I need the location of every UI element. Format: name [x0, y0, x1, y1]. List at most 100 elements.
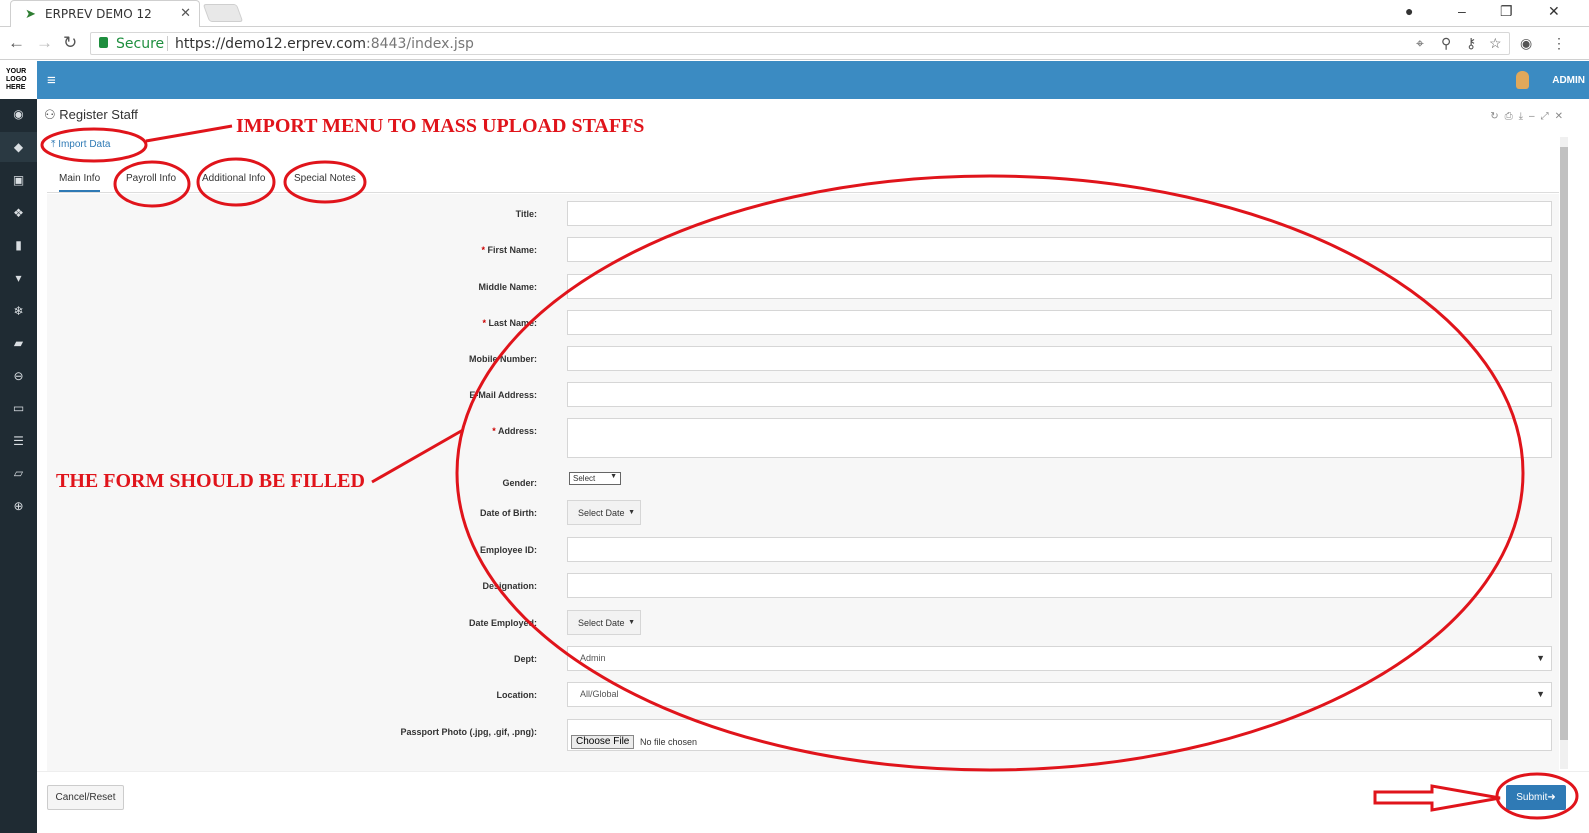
print-icon[interactable]: ⎙	[1505, 111, 1519, 122]
erprev-favicon-icon: ➤	[25, 6, 36, 21]
panel-tools: ↻⎙⤓–⤢✕	[1490, 111, 1569, 122]
location-icon[interactable]: ⌖	[1416, 35, 1424, 52]
cubes-icon[interactable]: ❖	[0, 206, 37, 220]
tag-icon[interactable]: ◆	[0, 132, 37, 162]
tab-additional-info[interactable]: Additional Info	[202, 173, 265, 184]
browser-tab[interactable]: ➤ ERPREV DEMO 12 ✕	[10, 0, 200, 27]
new-tab-button[interactable]	[202, 4, 244, 22]
designation-label: Designation:	[482, 581, 537, 591]
location-value: All/Global	[580, 689, 619, 699]
designation-input[interactable]	[567, 573, 1552, 598]
dept-select[interactable]: Admin ▼	[567, 646, 1552, 671]
hamburger-menu-icon[interactable]: ≡	[47, 72, 56, 89]
close-tab-icon[interactable]: ✕	[180, 5, 191, 21]
database-icon[interactable]: ▾	[0, 271, 37, 285]
globe-icon[interactable]: ⊕	[0, 499, 37, 513]
required-mark: *	[492, 426, 496, 436]
extension-icon[interactable]: ◉	[1520, 35, 1532, 52]
photo-label: Passport Photo (.jpg, .gif, .png):	[400, 727, 538, 737]
user-avatar[interactable]	[1516, 71, 1529, 89]
tab-main-info[interactable]: Main Info	[59, 173, 101, 192]
dept-value: Admin	[580, 653, 606, 663]
book-icon[interactable]: ▱	[0, 466, 37, 480]
import-data-button[interactable]: ⤒ Import Data	[51, 139, 110, 150]
close-panel-icon[interactable]: ✕	[1555, 111, 1569, 122]
last-name-label: * Last Name:	[47, 318, 537, 328]
download-icon[interactable]: ⤓	[1519, 111, 1529, 122]
gender-value: Select	[573, 474, 596, 483]
lock-icon	[99, 37, 108, 48]
money-icon[interactable]: ▣	[0, 173, 37, 187]
email-label: E-Mail Address:	[469, 390, 537, 400]
dob-select-date-button[interactable]: Select Date ▼	[567, 500, 641, 525]
submit-button[interactable]: Submit➜	[1506, 785, 1566, 810]
bookmark-star-icon[interactable]: ☆	[1489, 35, 1502, 52]
required-mark: *	[481, 245, 485, 255]
sidebar: YOUR LOGO HERE ◉ ◆ ▣ ❖ ▮ ▾ ❄ ▰ ⊖ ▭ ☰ ▱ ⊕	[0, 61, 37, 833]
refresh-icon[interactable]: ↻	[1490, 111, 1504, 122]
user-name[interactable]: ADMIN	[1552, 75, 1585, 86]
date-employed-button-label: Select Date	[578, 618, 625, 628]
storage-icon[interactable]: ☰	[0, 434, 37, 448]
tab-title: ERPREV DEMO 12	[45, 7, 152, 21]
close-window-icon[interactable]: ✕	[1548, 3, 1560, 20]
caret-down-icon: ▼	[628, 619, 635, 626]
secure-label: Secure	[116, 36, 165, 52]
back-icon[interactable]: ←	[8, 33, 25, 53]
main-content: ⚇ Register Staff ↻⎙⤓–⤢✕ ⤒ Import Data Ma…	[37, 99, 1589, 833]
snowflake-icon[interactable]: ❄	[0, 304, 37, 318]
tab-payroll-info[interactable]: Payroll Info	[126, 173, 176, 184]
building-icon[interactable]: ▮	[0, 238, 37, 252]
required-mark: *	[482, 318, 486, 328]
tab-special-notes[interactable]: Special Notes	[294, 173, 356, 184]
profile-icon[interactable]: ●	[1405, 3, 1413, 19]
expand-icon[interactable]: ⤢	[1541, 111, 1555, 122]
logo: YOUR LOGO HERE	[0, 61, 37, 99]
form-tabs: Main Info Payroll Info Additional Info S…	[47, 165, 1559, 193]
desktop-icon[interactable]: ▭	[0, 401, 37, 415]
reload-icon[interactable]: ↻	[63, 33, 77, 53]
chevron-down-icon: ▼	[1536, 689, 1545, 699]
first-name-input[interactable]	[567, 237, 1552, 262]
form-scrollbar-thumb[interactable]	[1560, 147, 1568, 740]
restore-icon[interactable]: ❐	[1500, 3, 1513, 20]
circle-icon[interactable]: ⊖	[0, 369, 37, 383]
cart-icon[interactable]: ▰	[0, 336, 37, 350]
chevron-down-icon: ▼	[1536, 653, 1545, 663]
panel-title: ⚇ Register Staff	[44, 107, 138, 123]
middle-name-input[interactable]	[567, 274, 1552, 299]
dept-label: Dept:	[514, 654, 537, 664]
minimize-icon[interactable]: –	[1458, 3, 1466, 19]
address-bar[interactable]: Secure https://demo12.erprev.com:8443/in…	[90, 32, 1510, 55]
dob-label: Date of Birth:	[480, 508, 537, 518]
choose-file-button[interactable]: Choose File	[571, 735, 635, 749]
cancel-reset-button[interactable]: Cancel/Reset	[47, 785, 124, 810]
address-textarea[interactable]	[567, 418, 1552, 458]
email-input[interactable]	[567, 382, 1552, 407]
title-input[interactable]	[567, 201, 1552, 226]
minimize-panel-icon[interactable]: –	[1529, 111, 1541, 122]
panel-title-text: Register Staff	[59, 107, 138, 122]
middle-name-label: Middle Name:	[478, 282, 537, 292]
last-name-input[interactable]	[567, 310, 1552, 335]
app-header: ≡ ADMIN	[37, 61, 1589, 99]
key-icon[interactable]: ⚷	[1466, 35, 1476, 52]
import-annotation-text: IMPORT MENU TO MASS UPLOAD STAFFS	[236, 115, 645, 137]
gender-select[interactable]: Select ▼	[569, 472, 621, 485]
dashboard-icon[interactable]: ◉	[0, 107, 37, 121]
location-select[interactable]: All/Global ▼	[567, 682, 1552, 707]
menu-dots-icon[interactable]: ⋮	[1552, 35, 1566, 52]
dob-button-label: Select Date	[578, 508, 625, 518]
mobile-input[interactable]	[567, 346, 1552, 371]
zoom-icon[interactable]: ⚲	[1441, 35, 1451, 52]
photo-file-input: Choose File No file chosen	[567, 719, 1552, 751]
date-employed-select-date-button[interactable]: Select Date ▼	[567, 610, 641, 635]
url-host: https://demo12.erprev.com	[175, 36, 367, 52]
employee-id-input[interactable]	[567, 537, 1552, 562]
form-annotation-text: THE FORM SHOULD BE FILLED	[56, 470, 365, 492]
first-name-label: * First Name:	[47, 245, 537, 255]
user-outline-icon: ⚇	[44, 107, 60, 122]
forward-icon[interactable]: →	[36, 33, 53, 53]
url-path: :8443/index.jsp	[366, 36, 474, 52]
location-label: Location:	[496, 690, 538, 700]
